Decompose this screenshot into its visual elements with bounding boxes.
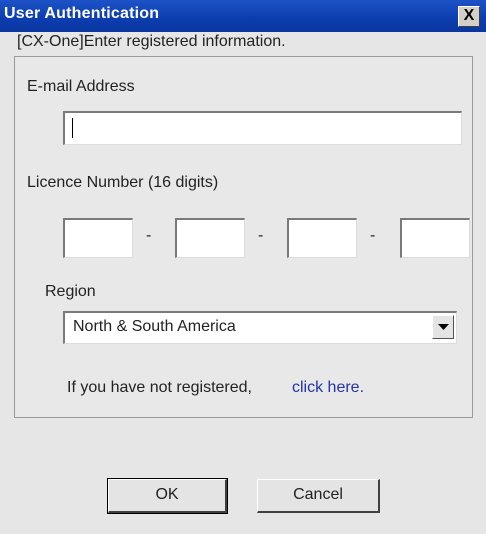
- registration-panel: E-mail Address Licence Number (16 digits…: [14, 56, 473, 418]
- licence-segment-1[interactable]: [63, 218, 133, 258]
- region-select[interactable]: North & South America: [63, 311, 457, 344]
- region-selected-value: North & South America: [73, 318, 236, 335]
- instruction-text: [CX-One]Enter registered information.: [17, 33, 286, 50]
- ok-button[interactable]: OK: [107, 478, 228, 514]
- cancel-button[interactable]: Cancel: [257, 479, 380, 513]
- register-link[interactable]: click here.: [292, 379, 364, 397]
- chevron-down-icon[interactable]: [432, 315, 454, 339]
- close-icon[interactable]: X: [458, 6, 480, 27]
- cancel-button-label: Cancel: [293, 486, 343, 503]
- email-label: E-mail Address: [27, 78, 135, 95]
- licence-segment-3[interactable]: [287, 218, 357, 258]
- dialog-body: [CX-One]Enter registered information. E-…: [0, 32, 486, 534]
- region-label: Region: [45, 283, 96, 300]
- licence-separator-1: -: [146, 227, 152, 244]
- licence-separator-2: -: [258, 227, 264, 244]
- close-symbol: X: [463, 7, 475, 24]
- title-bar[interactable]: User Authentication X: [0, 0, 486, 32]
- text-caret: [72, 118, 73, 138]
- user-authentication-dialog: User Authentication X [CX-One]Enter regi…: [0, 0, 486, 534]
- licence-separator-3: -: [370, 227, 376, 244]
- licence-label: Licence Number (16 digits): [27, 174, 219, 191]
- register-prompt: If you have not registered,: [67, 379, 252, 396]
- licence-segment-2[interactable]: [175, 218, 245, 258]
- email-field[interactable]: [63, 111, 462, 145]
- window-title: User Authentication: [4, 5, 160, 22]
- ok-button-label: OK: [155, 486, 179, 503]
- licence-segment-4[interactable]: [400, 218, 470, 258]
